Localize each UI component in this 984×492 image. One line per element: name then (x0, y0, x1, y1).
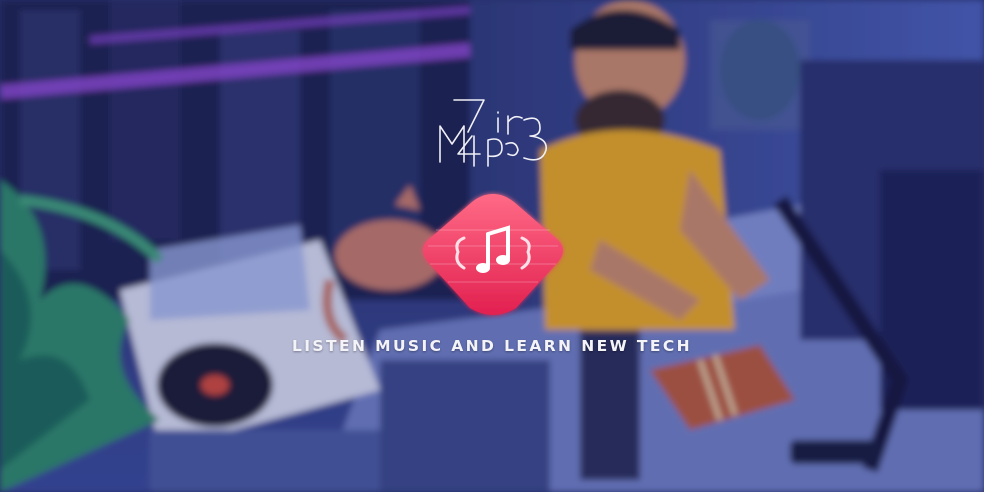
tagline-text: LISTEN MUSIC AND LEARN NEW TECH (291, 337, 692, 355)
music-note-icon[interactable] (418, 190, 568, 322)
mp3-logo-icon (436, 96, 556, 168)
